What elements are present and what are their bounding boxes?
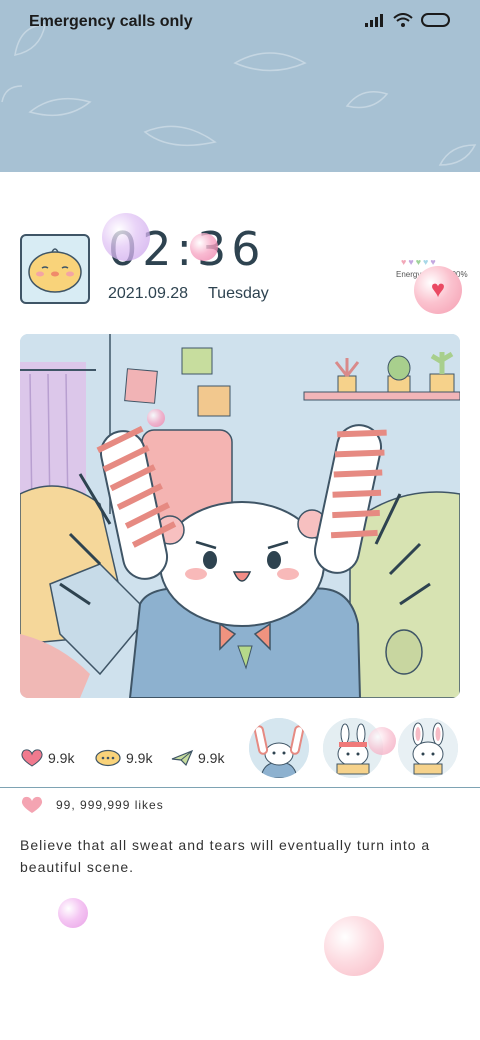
- divider: [0, 787, 480, 788]
- quote-text: Believe that all sweat and tears will ev…: [20, 837, 431, 875]
- bubble-decoration: [147, 409, 165, 427]
- comment-bubble-icon: [95, 749, 121, 767]
- leaf-decoration: [143, 125, 217, 147]
- likes-count-text: 99, 999,999 likes: [56, 798, 164, 812]
- bubble-decoration: [58, 898, 88, 928]
- comments-stat[interactable]: 9.9k: [94, 749, 152, 767]
- likes-row[interactable]: 99, 999,999 likes: [20, 796, 164, 814]
- weekday-text: Tuesday: [208, 285, 269, 302]
- leaf-decoration: [233, 52, 307, 72]
- status-icons: [365, 13, 451, 27]
- avatar[interactable]: [20, 234, 90, 304]
- shares-count: 9.9k: [198, 750, 225, 766]
- date-text: 2021.09.28: [108, 285, 189, 302]
- leaf-decoration: [28, 97, 92, 117]
- status-bar: Emergency calls only: [0, 0, 480, 44]
- bubble-decoration: [190, 233, 218, 261]
- leaf-decoration: [1, 85, 23, 103]
- comments-count: 9.9k: [126, 750, 153, 766]
- paper-plane-icon: [171, 749, 194, 767]
- heart-icon: ♥: [430, 276, 446, 303]
- bubble-decoration: [102, 213, 150, 261]
- energy-hearts: ♥ ♥ ♥ ♥ ♥: [401, 257, 436, 267]
- bunny-pink-ears-thumbnail-icon: [398, 718, 458, 778]
- carrier-status-text: Emergency calls only: [29, 13, 193, 30]
- bunny-cheer-thumbnail-icon: [249, 718, 309, 778]
- chick-avatar-icon: [28, 248, 82, 293]
- leaf-decoration: [345, 91, 389, 109]
- bunny-cheer-illustration: [20, 334, 460, 698]
- wifi-icon: [393, 13, 413, 27]
- signal-icon: [365, 14, 383, 27]
- battery-icon: [421, 13, 450, 27]
- heart-icon: [21, 796, 43, 813]
- heart-icon: [21, 749, 43, 767]
- shares-stat[interactable]: 9.9k: [170, 749, 224, 767]
- wallpaper-illustration: [20, 334, 460, 698]
- heart-icon: ♥: [401, 257, 407, 267]
- heart-icon: ♥: [415, 257, 422, 267]
- bubble-decoration: [324, 916, 384, 976]
- energy-heart-button[interactable]: ♥: [414, 266, 462, 314]
- hearts-stat[interactable]: 9.9k: [20, 749, 74, 767]
- heart-icon: ♥: [423, 257, 429, 267]
- bubble-decoration: [368, 727, 396, 755]
- sticker-thumbnail-3[interactable]: [398, 718, 458, 778]
- heart-icon: ♥: [408, 257, 414, 267]
- leaf-decoration: [438, 144, 477, 166]
- hearts-count: 9.9k: [48, 750, 75, 766]
- sticker-thumbnail-1[interactable]: [249, 718, 309, 778]
